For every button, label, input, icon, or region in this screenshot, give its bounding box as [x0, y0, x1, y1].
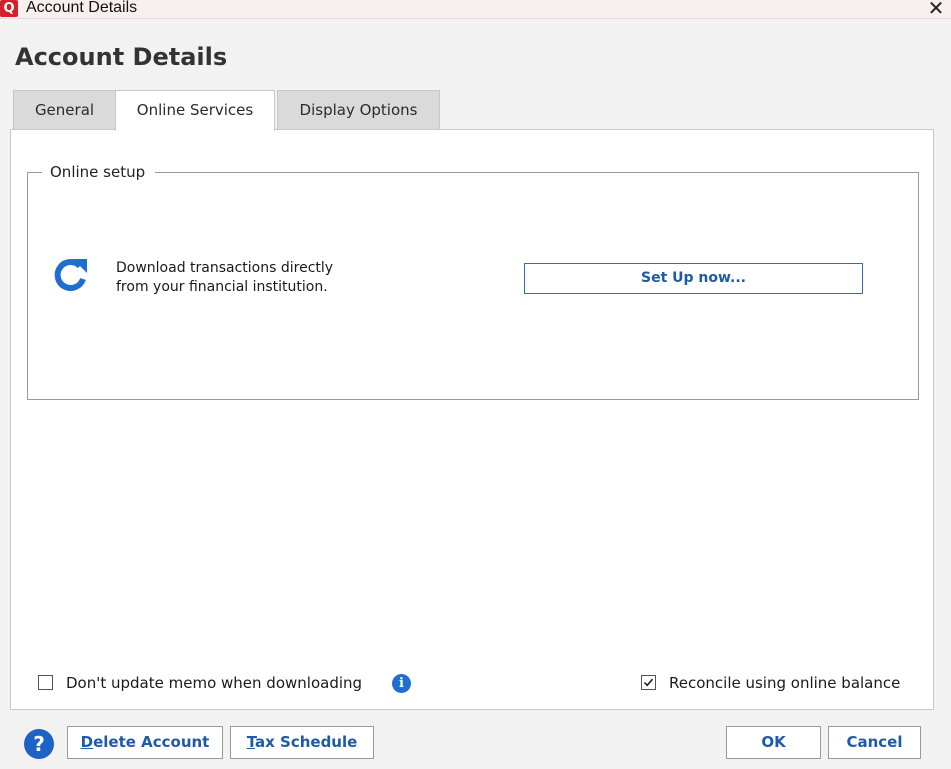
- group-legend: Online setup: [42, 162, 156, 182]
- page-title: Account Details: [15, 43, 228, 71]
- refresh-icon: [54, 259, 87, 291]
- reconcile-online-label[interactable]: Reconcile using online balance: [669, 673, 900, 693]
- help-icon[interactable]: ?: [24, 729, 54, 759]
- tax-schedule-label: ax Schedule: [255, 733, 358, 751]
- online-setup-description: Download transactions directly from your…: [116, 260, 334, 295]
- tab-display-options[interactable]: Display Options: [277, 90, 440, 129]
- tax-schedule-button[interactable]: Tax Schedule: [230, 726, 374, 759]
- tax-schedule-mnemonic: T: [246, 733, 255, 751]
- reconcile-online-checkbox[interactable]: [641, 675, 656, 690]
- online-setup-group: Online setup Download transactions direc…: [27, 162, 919, 400]
- setup-now-button[interactable]: Set Up now...: [524, 263, 863, 294]
- delete-account-button[interactable]: Delete Account: [67, 726, 223, 759]
- tab-online-services[interactable]: Online Services: [115, 90, 275, 131]
- ok-button[interactable]: OK: [726, 726, 821, 759]
- title-bar: Q Account Details ✕: [0, 0, 951, 19]
- window-title: Account Details: [26, 0, 138, 16]
- tab-general[interactable]: General: [13, 90, 116, 129]
- delete-account-mnemonic: D: [80, 733, 94, 751]
- dont-update-memo-checkbox[interactable]: [38, 675, 53, 690]
- reconcile-online-option: Reconcile using online balance: [641, 673, 931, 695]
- cancel-button[interactable]: Cancel: [828, 726, 921, 759]
- info-icon[interactable]: i: [392, 674, 411, 693]
- tab-panel: Online setup Download transactions direc…: [10, 129, 934, 710]
- delete-account-label: elete Account: [93, 733, 210, 751]
- checkmark-icon: [643, 678, 654, 687]
- dont-update-memo-option: Don't update memo when downloading i: [38, 673, 418, 695]
- close-icon[interactable]: ✕: [925, 0, 947, 19]
- dont-update-memo-label[interactable]: Don't update memo when downloading: [66, 673, 362, 693]
- app-logo-icon: Q: [0, 0, 18, 17]
